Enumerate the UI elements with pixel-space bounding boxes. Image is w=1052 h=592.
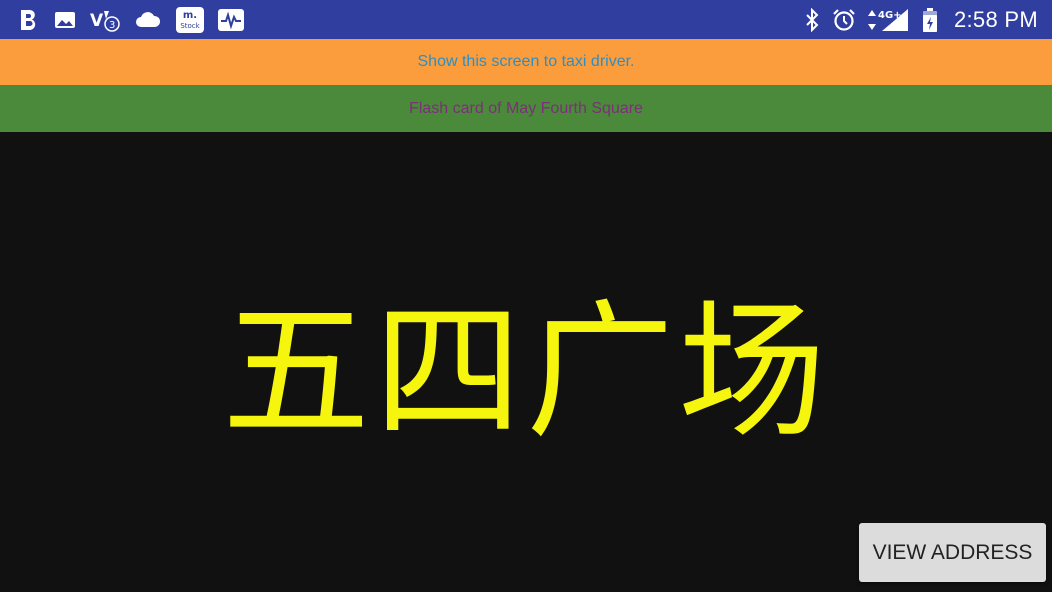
- svg-text:V: V: [90, 11, 104, 31]
- network-4g-icon: 4G+: [867, 7, 910, 33]
- alarm-icon: [832, 7, 856, 33]
- view-address-button[interactable]: VIEW ADDRESS: [859, 523, 1046, 582]
- card-title-banner: Flash card of May Fourth Square: [0, 85, 1052, 132]
- status-notification-icons: V 3 m. Stock: [18, 6, 258, 33]
- card-title-text: Flash card of May Fourth Square: [409, 99, 643, 117]
- activity-icon: [218, 7, 244, 33]
- m-stock-label-top: m.: [183, 10, 197, 21]
- status-clock: 2:58 PM: [953, 6, 1038, 32]
- instruction-banner: Show this screen to taxi driver.: [0, 39, 1052, 85]
- status-bar: V 3 m. Stock 4G+ 2:58 PM: [0, 0, 1052, 39]
- cloud-icon: [134, 7, 162, 33]
- m-stock-label-bottom: Stock: [180, 22, 200, 30]
- status-system-icons: 4G+ 2:58 PM: [792, 7, 1038, 33]
- volte-badge: 3: [109, 20, 115, 31]
- b-app-icon: [18, 7, 40, 33]
- gallery-icon: [54, 7, 76, 33]
- volte-icon: V 3: [90, 7, 120, 33]
- battery-icon: [922, 7, 938, 33]
- m-stock-icon: m. Stock: [176, 6, 204, 33]
- instruction-banner-text: Show this screen to taxi driver.: [417, 53, 635, 70]
- bluetooth-icon: [804, 7, 820, 33]
- flash-card-text: 五四广场: [222, 285, 830, 458]
